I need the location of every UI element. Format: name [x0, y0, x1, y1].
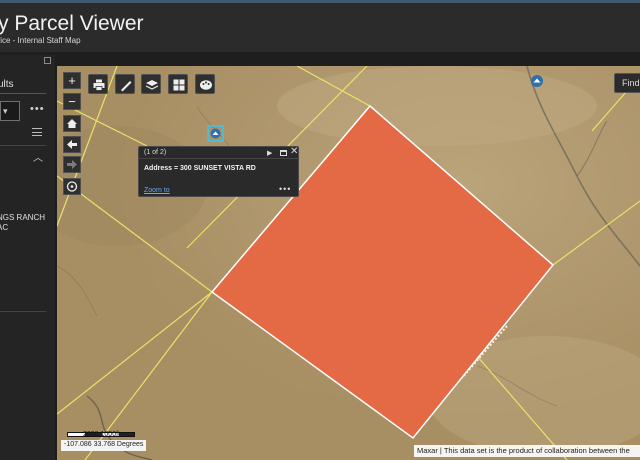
divider: [0, 311, 46, 312]
arrow-left-icon: [67, 140, 77, 149]
layers-button[interactable]: [141, 74, 161, 94]
results-tab[interactable]: ults: [0, 79, 14, 90]
popup-close-button[interactable]: ✕: [290, 147, 298, 157]
legend-button[interactable]: [195, 74, 215, 94]
popup-dock-button[interactable]: [280, 150, 287, 156]
divider: [0, 145, 46, 146]
locate-icon: [66, 181, 78, 192]
scale-label: 2000 1000ft: [83, 431, 120, 438]
panel-collapse-button[interactable]: [44, 57, 51, 64]
zoom-out-button[interactable]: −: [63, 93, 81, 110]
back-extent-button[interactable]: [63, 136, 81, 153]
home-icon: [67, 119, 77, 128]
home-button[interactable]: [63, 115, 81, 132]
popup-counter: (1 of 2): [144, 149, 167, 156]
map-attribution: Maxar | This data set is the product of …: [414, 445, 640, 457]
map-view[interactable]: + − Find (1 of 2) ▶ ✕ Address = 300 SUNS…: [57, 66, 640, 460]
app-header: y Parcel Viewer fice - Internal Staff Ma…: [0, 0, 640, 52]
satellite-imagery: [57, 66, 640, 460]
divider: [139, 158, 298, 159]
more-options-button[interactable]: •••: [30, 103, 45, 115]
app-subtitle: fice - Internal Staff Map: [0, 36, 81, 45]
layers-icon: [145, 80, 159, 90]
grid-icon: [173, 79, 185, 91]
basemap-button[interactable]: [168, 74, 188, 94]
find-search-input[interactable]: Find: [614, 73, 640, 93]
feature-popup: (1 of 2) ▶ ✕ Address = 300 SUNSET VISTA …: [138, 146, 299, 197]
forward-extent-button[interactable]: [63, 156, 81, 173]
zoom-to-link[interactable]: Zoom to: [144, 187, 170, 194]
popup-address: Address = 300 SUNSET VISTA RD: [144, 165, 256, 172]
zoom-in-button[interactable]: +: [63, 72, 81, 89]
measure-button[interactable]: [115, 74, 135, 94]
print-button[interactable]: [88, 74, 108, 94]
arrow-right-icon: [67, 160, 77, 169]
printer-icon: [93, 79, 105, 91]
locate-button[interactable]: [63, 178, 81, 195]
result-item-title[interactable]: NGS RANCH: [0, 213, 45, 222]
chevron-down-icon: ▾: [3, 106, 8, 116]
chevron-up-icon[interactable]: ︿: [33, 149, 43, 164]
list-view-icon[interactable]: [32, 128, 42, 136]
popup-more-button[interactable]: •••: [279, 184, 291, 194]
divider: [0, 93, 46, 94]
palette-icon: [200, 80, 212, 90]
coordinate-readout: -107.086 33.768 Degrees: [61, 440, 147, 451]
result-item-subtitle[interactable]: AC: [0, 223, 8, 232]
popup-next-button[interactable]: ▶: [267, 149, 272, 157]
app-window: y Parcel Viewer fice - Internal Staff Ma…: [0, 0, 640, 460]
house-marker[interactable]: [531, 75, 543, 87]
results-panel: ults ▾ ••• ︿ NGS RANCH AC: [0, 55, 55, 460]
app-title: y Parcel Viewer: [0, 12, 144, 35]
layer-select[interactable]: ▾: [0, 101, 20, 121]
ruler-icon: [121, 81, 132, 92]
